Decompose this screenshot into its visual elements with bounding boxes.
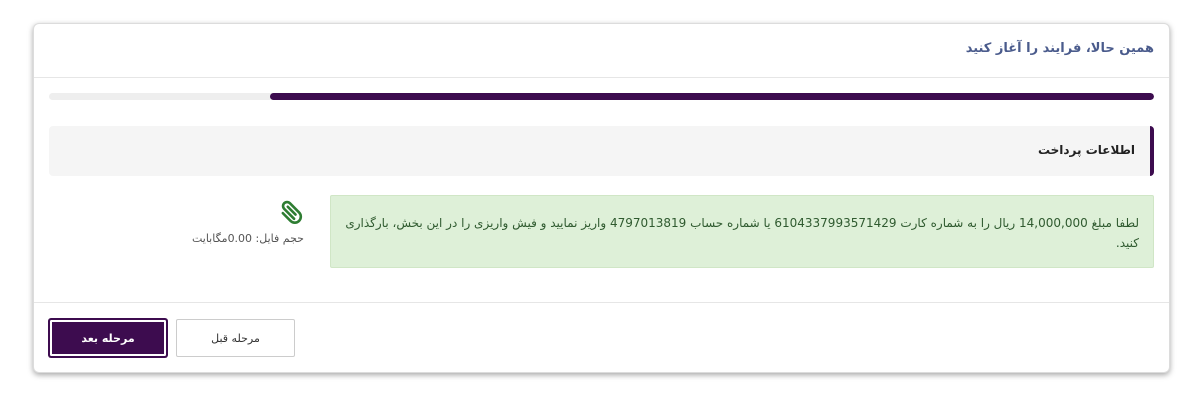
progress-fill: [270, 93, 1154, 100]
file-size-label: حجم فایل: 0.00مگابایت: [191, 232, 304, 245]
file-attachment: حجم فایل: 0.00مگابایت: [179, 196, 304, 256]
paperclip-icon[interactable]: [277, 196, 307, 226]
wizard-card: همین حالا، فرایند را آغاز کنید اطلاعات پ…: [33, 23, 1170, 373]
payment-instruction-text: لطفا مبلغ 14,000,000 ریال را به شماره کا…: [345, 216, 1139, 250]
section-title: اطلاعات پرداخت: [1037, 143, 1135, 157]
section-header: اطلاعات پرداخت: [49, 126, 1154, 176]
previous-step-button[interactable]: مرحله قبل: [176, 319, 295, 357]
next-step-button[interactable]: مرحله بعد: [49, 319, 167, 357]
progress-bar: [49, 93, 1154, 100]
payment-instruction-alert: لطفا مبلغ 14,000,000 ریال را به شماره کا…: [330, 195, 1154, 268]
card-header: همین حالا، فرایند را آغاز کنید: [34, 24, 1169, 78]
card-footer: مرحله بعد مرحله قبل: [34, 302, 1169, 374]
page-title: همین حالا، فرایند را آغاز کنید: [965, 41, 1154, 56]
